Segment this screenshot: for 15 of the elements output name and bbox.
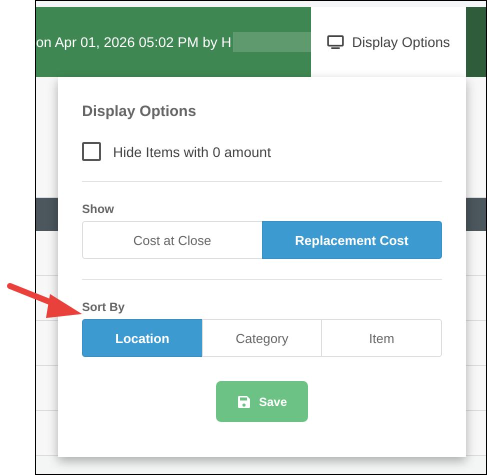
option-button[interactable]: Location <box>82 319 203 357</box>
checkbox[interactable] <box>82 142 101 161</box>
option-button[interactable]: Category <box>202 319 322 357</box>
header-text: on Apr 01, 2026 05:02 PM by H <box>36 34 232 50</box>
display-options-tab[interactable]: Display Options <box>311 7 466 77</box>
header-bar-edge <box>466 7 486 77</box>
monitor-icon <box>326 34 344 50</box>
section-label: Sort By <box>82 300 126 314</box>
save-icon <box>236 394 251 408</box>
option-button[interactable]: Item <box>321 319 442 357</box>
popup-title: Display Options <box>82 103 198 120</box>
section-label: Show <box>82 202 115 216</box>
option-button[interactable]: Replacement Cost <box>262 221 442 259</box>
option-button[interactable]: Cost at Close <box>82 221 262 259</box>
checkbox-label: Hide Items with 0 amount <box>113 144 271 160</box>
